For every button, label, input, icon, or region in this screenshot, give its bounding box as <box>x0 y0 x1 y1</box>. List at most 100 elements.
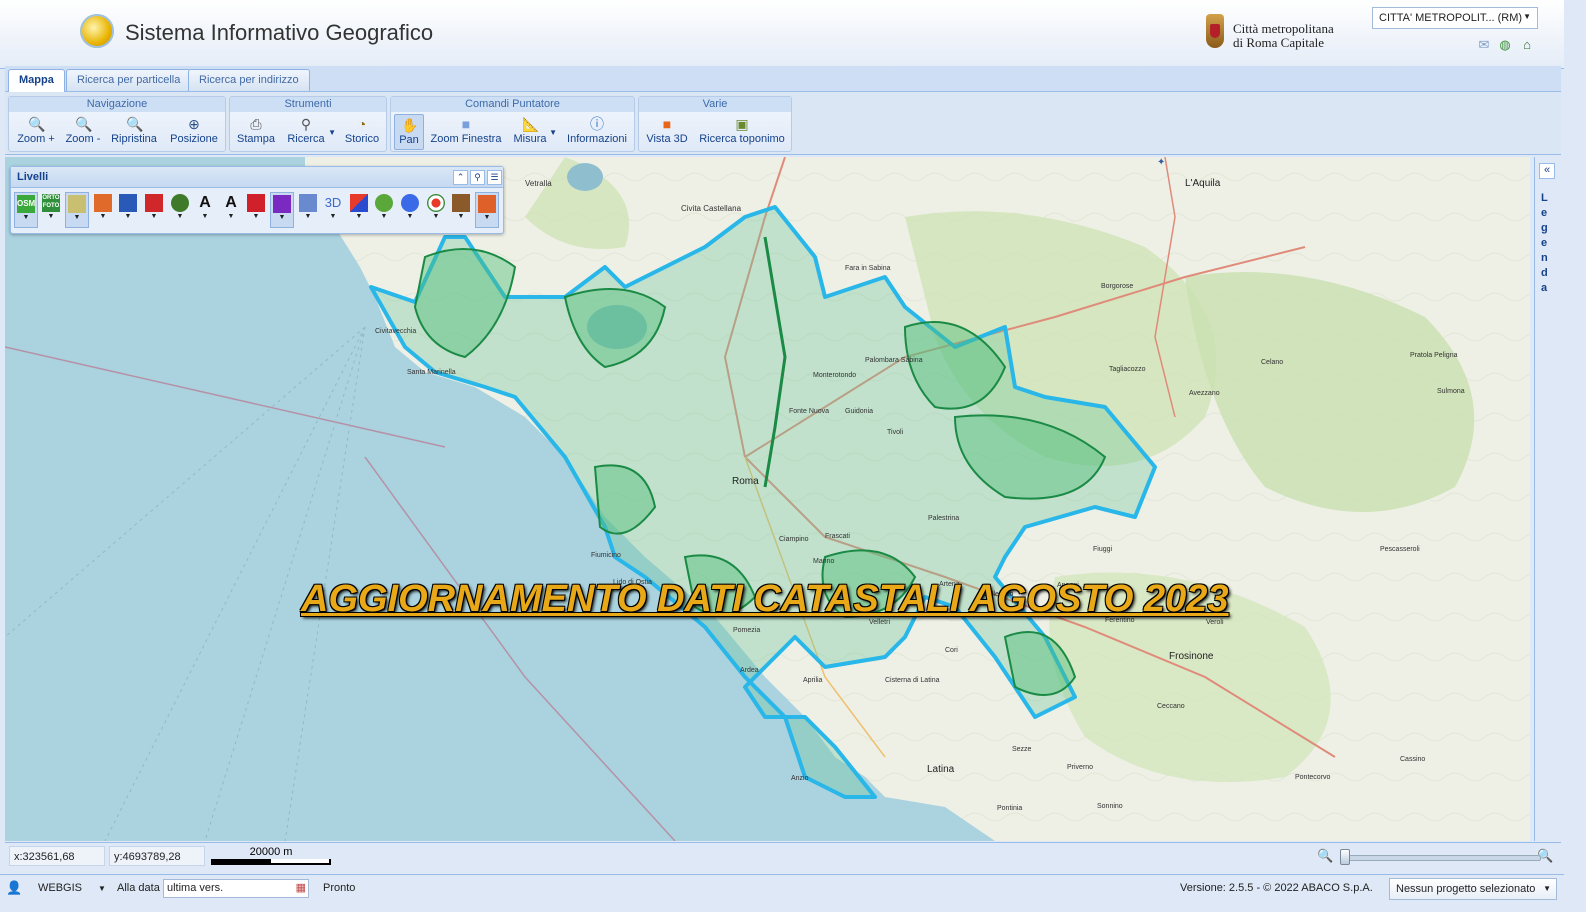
lake <box>567 163 603 191</box>
storico-button[interactable]: ◔ Storico <box>342 114 382 150</box>
zoom-slider-thumb[interactable] <box>1340 849 1350 865</box>
zoning-icon <box>350 194 368 212</box>
map-label: Pratola Peligna <box>1410 352 1458 359</box>
scale-bar: 20000 m <box>211 845 331 867</box>
bottom-status-bar: 👤 WEBGIS ▼ Alla data ultima vers. ▦ Pron… <box>0 874 1564 903</box>
vista-3d-button[interactable]: ■ Vista 3D <box>643 114 691 150</box>
map-label: Tagliacozzo <box>1109 366 1146 373</box>
chevron-down-icon: ▼ <box>1523 12 1531 21</box>
button-label: Stampa <box>237 133 275 145</box>
misura-button[interactable]: 📐 Misura ▼ <box>511 114 557 150</box>
calendar-icon[interactable]: ▦ <box>296 881 306 894</box>
map-label: Santa Marinella <box>407 369 456 376</box>
layer-network[interactable]: ▼ <box>475 192 499 228</box>
map-label: Palestrina <box>928 515 960 522</box>
layer-toponyms[interactable]: A ▼ <box>193 192 217 228</box>
button-label: Zoom + <box>17 133 55 145</box>
map-label: Marino <box>813 558 835 565</box>
layer-roads[interactable]: ▼ <box>91 192 115 228</box>
tab-bar: Mappa Ricerca per particella Ricerca per… <box>5 66 1561 92</box>
layer-3d[interactable]: 3D ▼ <box>321 192 345 228</box>
printer-icon: ⎙ <box>250 116 262 132</box>
layer-vegetation[interactable]: ▼ <box>168 192 192 228</box>
history-icon: ◔ <box>357 116 367 132</box>
layer-grid[interactable]: ▼ <box>296 192 320 228</box>
stampa-button[interactable]: ⎙ Stampa <box>236 114 276 150</box>
crosshair-icon: ⊕ <box>188 116 200 132</box>
map-label: Borgorose <box>1101 283 1134 290</box>
app-title: Sistema Informativo Geografico <box>125 20 434 45</box>
map-label: Latina <box>927 764 955 775</box>
layer-municipal[interactable]: ▼ <box>449 192 473 228</box>
zoom-in-button[interactable]: 🔍 Zoom + <box>15 114 57 150</box>
chevron-down-icon: ▼ <box>549 128 557 137</box>
pan-button[interactable]: ✋ Pan <box>394 114 424 150</box>
tab-ricerca-particella[interactable]: Ricerca per particella <box>66 69 192 91</box>
layer-water[interactable]: ▼ <box>398 192 422 228</box>
ricerca-button[interactable]: ⚲ Ricerca ▼ <box>284 114 336 150</box>
chevron-down-icon: ▼ <box>432 213 440 220</box>
layer-zoning[interactable]: ▼ <box>347 192 371 228</box>
ricerca-toponimo-button[interactable]: ▣ Ricerca toponimo <box>697 114 787 150</box>
layer-parks[interactable]: ▼ <box>372 192 396 228</box>
map-svg[interactable]: ✦ <box>5 157 1530 841</box>
legend-label[interactable]: Legenda <box>1541 191 1553 296</box>
map-label: Fonte Nuova <box>789 408 830 415</box>
ortofoto-icon: ORTO FOTO <box>42 194 60 212</box>
mode-select[interactable]: WEBGIS ▼ <box>38 882 106 894</box>
map-label: Frascati <box>825 533 850 540</box>
user-icon: 👤 <box>6 880 23 895</box>
park-icon <box>375 194 393 212</box>
zoom-finestra-button[interactable]: ■ Zoom Finestra <box>429 114 503 150</box>
zoom-out-icon[interactable]: 🔍 <box>1317 848 1333 864</box>
zoom-out-button[interactable]: 🔍 Zoom - <box>63 114 103 150</box>
roads-icon <box>94 194 112 212</box>
collapse-icon[interactable]: « <box>1539 163 1555 179</box>
map-label: Ciampino <box>779 536 809 543</box>
layer-buildings[interactable]: ▼ <box>142 192 166 228</box>
tab-mappa[interactable]: Mappa <box>8 69 65 92</box>
org-select[interactable]: CITTA' METROPOLIT... (RM) ▼ <box>1372 7 1538 29</box>
zoom-in-icon[interactable]: 🔍 <box>1537 848 1553 864</box>
map-label: Fiumicino <box>591 552 621 559</box>
project-select[interactable]: Nessun progetto selezionato ▼ <box>1389 878 1557 900</box>
layer-target[interactable]: ▼ <box>424 192 448 228</box>
layer-osm[interactable]: OSM ▼ <box>14 192 38 228</box>
collapse-up-icon[interactable]: ⌃ <box>453 170 468 185</box>
app-header: Sistema Informativo Geografico Città met… <box>0 0 1564 69</box>
zoom-slider[interactable] <box>1343 855 1541 861</box>
chevron-down-icon: ▼ <box>47 213 55 220</box>
ripristina-button[interactable]: 🔍 Ripristina <box>109 114 159 150</box>
posizione-button[interactable]: ⊕ Posizione <box>167 114 221 150</box>
map-canvas[interactable]: ✦ Vetralla Civita Castellana L'Aquila Ci… <box>5 157 1530 841</box>
layer-catasto[interactable]: ▼ <box>65 192 89 228</box>
mail-icon[interactable]: ✉ <box>1476 38 1492 52</box>
globe-icon[interactable]: ◍ <box>1497 38 1513 52</box>
informazioni-button[interactable]: ⓘ Informazioni <box>565 114 629 150</box>
hydro-icon <box>119 194 137 212</box>
button-label: Misura <box>513 133 547 145</box>
layer-hydro[interactable]: ▼ <box>116 192 140 228</box>
target-icon <box>427 194 445 212</box>
binoculars-icon[interactable]: ⚲ <box>470 170 485 185</box>
map-label: Avezzano <box>1189 390 1220 397</box>
map-label: Anzio <box>791 775 809 782</box>
map-label: L'Aquila <box>1185 178 1221 189</box>
date-field[interactable]: ultima vers. ▦ <box>163 879 309 898</box>
hand-icon: ✋ <box>401 117 419 133</box>
cadastre-icon <box>68 195 86 213</box>
layer-ptpg[interactable]: ▼ <box>270 192 294 228</box>
layer-labels[interactable]: A ▼ <box>219 192 243 228</box>
home-icon[interactable]: ⌂ <box>1519 38 1535 52</box>
map-label: Cisterna di Latina <box>885 677 940 684</box>
map-label: Civitavecchia <box>375 328 417 335</box>
layer-ortofoto[interactable]: ORTO FOTO ▼ <box>39 192 63 228</box>
list-icon[interactable]: ☰ <box>487 170 502 185</box>
chevron-down-icon: ▼ <box>329 213 337 220</box>
tab-ricerca-indirizzo[interactable]: Ricerca per indirizzo <box>188 69 310 91</box>
map-label: Palombara Sabina <box>865 357 923 364</box>
map-label: Tivoli <box>887 429 904 436</box>
announcement-banner: AGGIORNAMENTO DATI CATASTALI AGOSTO 2023 <box>301 578 1229 620</box>
map-label: Celano <box>1261 359 1284 366</box>
layer-ptpr[interactable]: ▼ <box>244 192 268 228</box>
